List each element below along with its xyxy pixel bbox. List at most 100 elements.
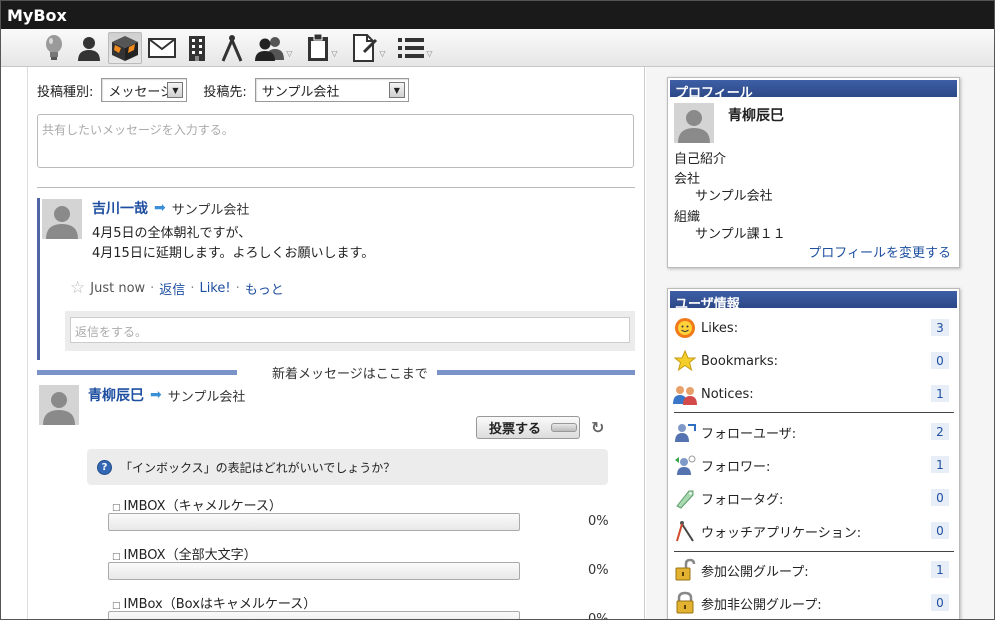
people-icon [673,382,697,406]
reply-link[interactable]: 返信 [159,279,185,298]
user-info-box: ユーザ情報 Likes: 3 Bookmarks: 0 Notices: 1 フ… [667,288,960,619]
user-info-count[interactable]: 1 [931,456,949,473]
reply-input[interactable]: 返信をする。 [70,317,630,343]
poll-option-bar [108,562,520,580]
edit-profile-link[interactable]: プロフィールを変更する [808,242,951,261]
vote-button[interactable]: 投票する [476,416,580,439]
dropdown-arrow-icon[interactable]: ▼ [388,82,405,98]
poll-option-label: IMBox（Boxはキャメルケース） [123,597,317,612]
post-actions: ☆ Just now · 返信 · Like! · もっと [70,278,284,298]
poll-option-label: IMBOX（キャメルケース） [123,499,282,514]
compose-options: 投稿種別: メッセージ ▼ 投稿先: サンプル会社 ▼ [37,77,637,103]
user-info-bookmarks[interactable]: Bookmarks: 0 [673,348,953,374]
lock-open-icon [673,558,697,582]
avatar[interactable] [39,385,79,425]
mail-icon[interactable] [146,32,178,64]
document-pin-icon[interactable]: ▽ [348,32,390,64]
user-info-count[interactable]: 1 [931,561,949,578]
main-toolbar: ▽ ▽ ▽ ▽ [1,29,994,67]
poll-option-bar [108,513,520,531]
user-info-follow-users[interactable]: フォローユーザ: 2 [673,419,953,445]
like-link[interactable]: Like! [199,281,230,296]
profile-name: 青柳辰巳 [728,108,784,124]
tag-icon [673,486,697,510]
post-type-value: メッセージ [108,84,174,100]
question-icon: ? [97,459,112,475]
user-info-label: Likes: [701,320,739,336]
user-info-count[interactable]: 2 [931,423,949,440]
list-icon[interactable]: ▽ [394,32,436,64]
post-dest-select[interactable]: サンプル会社 ▼ [254,78,409,102]
post-dest-value: サンプル会社 [261,84,340,100]
user-info-label: フォローユーザ: [701,426,797,442]
group-icon[interactable]: ▽ [252,32,296,64]
post-dest-label: 投稿先: [203,84,247,100]
post-author-link[interactable]: 吉川一哉 [92,198,148,218]
user-info-likes[interactable]: Likes: 3 [673,315,953,341]
profile-header: プロフィール [668,78,959,101]
smiley-flower-icon [673,316,697,340]
post-destination[interactable]: サンプル会社 [168,386,246,405]
message-input[interactable]: 共有したいメッセージを入力する。 [37,114,634,168]
box-icon[interactable] [108,32,142,64]
poll-option-percent: 0% [588,563,609,578]
user-info-notices[interactable]: Notices: 1 [673,381,953,407]
compass-icon[interactable] [216,32,248,64]
user-info-label: Bookmarks: [701,353,779,369]
user-info-watch-apps[interactable]: ウォッチアプリケーション: 0 [673,518,953,544]
user-info-label: ウォッチアプリケーション: [701,525,862,541]
user-info-count[interactable]: 1 [931,385,949,402]
user-info-count[interactable]: 0 [931,522,949,539]
lock-closed-icon [673,591,697,615]
user-info-count[interactable]: 0 [931,489,949,506]
poll-option-bar [108,611,520,619]
timeline: 投稿種別: メッセージ ▼ 投稿先: サンプル会社 ▼ 共有したいメッセージを入… [27,67,645,619]
avatar[interactable] [674,103,714,143]
profile-intro-label: 自己紹介 [674,152,727,167]
post-type-label: 投稿種別: [37,84,94,100]
post-type-select[interactable]: メッセージ ▼ [101,78,188,102]
poll-question-text: 「インボックス」の表記はどれがいいでしょうか？ [120,460,396,475]
user-info-followers[interactable]: フォロワー: 1 [673,452,953,478]
poll-option-label: IMBOX（全部大文字） [123,548,257,563]
post-time: Just now [90,280,146,296]
avatar[interactable] [42,199,82,239]
user-info-label: フォロータグ: [701,492,784,508]
post-destination[interactable]: サンプル会社 [172,199,250,218]
compass-icon [673,519,697,543]
user-info-private-groups[interactable]: 参加非公開グループ: 0 [673,590,953,616]
follow-user-icon [673,420,697,444]
divider [674,551,954,552]
post-author-link[interactable]: 青柳辰巳 [88,385,144,405]
profile-company-value: サンプル会社 [695,189,773,204]
star-icon [673,349,697,373]
post-header: 青柳辰巳 ➡ サンプル会社 [88,385,245,405]
star-icon[interactable]: ☆ [70,278,85,298]
user-info-label: 参加非公開グループ: [701,597,822,613]
user-info-count[interactable]: 0 [931,594,949,611]
post-body: 4月5日の全体朝礼ですが、 4月15日に延期します。よろしくお願いします。 [92,224,374,264]
user-info-count[interactable]: 3 [931,319,949,336]
new-messages-text: 新着メッセージはここまで [272,367,428,382]
divider-bar [37,370,237,375]
user-icon[interactable] [73,32,105,64]
refresh-icon[interactable]: ↻ [591,418,604,437]
content-area: 投稿種別: メッセージ ▼ 投稿先: サンプル会社 ▼ 共有したいメッセージを入… [1,67,994,619]
arrow-right-icon: ➡ [154,200,166,216]
post-header: 吉川一哉 ➡ サンプル会社 [92,198,249,218]
follower-icon [673,453,697,477]
clipboard-icon[interactable]: ▽ [300,32,344,64]
building-icon[interactable] [182,32,212,64]
new-messages-divider: 新着メッセージはここまで [37,363,635,382]
divider-bar [437,370,635,375]
lightbulb-icon[interactable] [39,32,69,64]
more-link[interactable]: もっと [245,279,284,298]
user-info-follow-tags[interactable]: フォロータグ: 0 [673,485,953,511]
post-item: 吉川一哉 ➡ サンプル会社 4月5日の全体朝礼ですが、 4月15日に延期します。… [37,198,635,360]
user-info-public-groups[interactable]: 参加公開グループ: 1 [673,557,953,583]
user-info-label: 参加公開グループ: [701,564,809,580]
user-info-count[interactable]: 0 [931,352,949,369]
divider [674,412,954,413]
user-info-header: ユーザ情報 [668,289,959,312]
dropdown-arrow-icon[interactable]: ▼ [167,82,184,98]
